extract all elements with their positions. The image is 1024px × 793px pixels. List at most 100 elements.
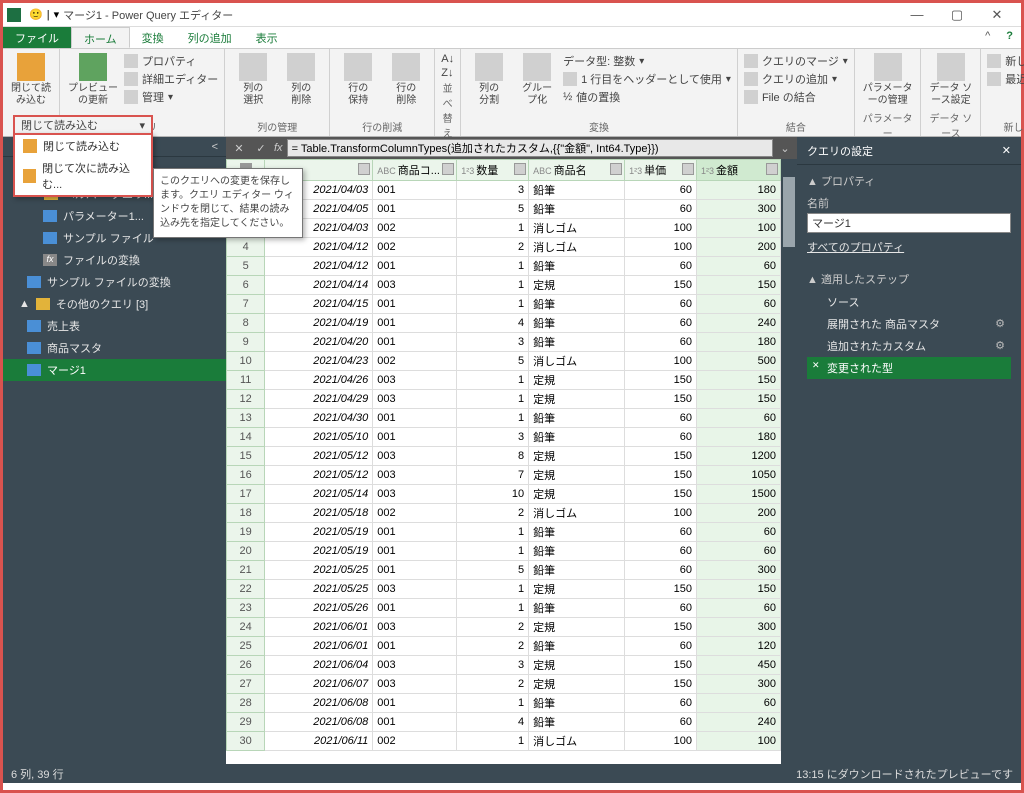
table-row[interactable]: 192021/05/190011鉛筆6060 (227, 523, 781, 542)
remove-columns-button[interactable]: 列の 削除 (279, 51, 323, 109)
tree-item-fx[interactable]: fxファイルの変換 (3, 249, 226, 271)
recent-sources-button[interactable]: 最近のソース ▾ (987, 71, 1024, 87)
data-grid[interactable]: ABC商品コ...1²3数量ABC商品名1²3単価1²3金額12021/04/0… (226, 159, 781, 764)
table-row[interactable]: 82021/04/190014鉛筆60240 (227, 314, 781, 333)
column-header[interactable]: 1²3数量 (457, 160, 529, 181)
manage-button[interactable]: 管理 ▾ (124, 89, 218, 105)
table-row[interactable]: 252021/06/010012鉛筆60120 (227, 637, 781, 656)
split-column-button[interactable]: 列の 分割 (467, 51, 511, 109)
combine-files-button[interactable]: File の結合 (744, 89, 848, 105)
emoji-icon: 🙂 (29, 8, 43, 21)
qa-dropdown[interactable]: ▾ (50, 8, 64, 21)
remove-rows-button[interactable]: 行の 削除 (384, 51, 428, 109)
table-row[interactable]: 172021/05/1400310定規1501500 (227, 485, 781, 504)
keep-rows-button[interactable]: 行の 保持 (336, 51, 380, 109)
query-name-input[interactable] (807, 213, 1011, 233)
name-label: 名前 (807, 195, 1011, 211)
table-row[interactable]: 182021/05/180022消しゴム100200 (227, 504, 781, 523)
titlebar: 🙂 | ▾ マージ1 - Power Query エディター — ▢ ✕ (3, 3, 1021, 27)
tree-item-sample-transform[interactable]: サンプル ファイルの変換 (3, 271, 226, 293)
datatype-button[interactable]: データ型: 整数 ▾ (563, 53, 731, 69)
table-row[interactable]: 262021/06/040033定規150450 (227, 656, 781, 675)
tree-item-merge1[interactable]: マージ1 (3, 359, 226, 381)
table-row[interactable]: 122021/04/290031定規150150 (227, 390, 781, 409)
close-settings-button[interactable]: ✕ (1002, 144, 1011, 157)
datasource-settings-button[interactable]: データ ソ ース設定 (927, 51, 974, 109)
table-row[interactable]: 22021/04/050015鉛筆60300 (227, 200, 781, 219)
advanced-editor-button[interactable]: 詳細エディター (124, 71, 218, 87)
table-row[interactable]: 132021/04/300011鉛筆6060 (227, 409, 781, 428)
table-row[interactable]: 92021/04/200013鉛筆60180 (227, 333, 781, 352)
tree-item-sales[interactable]: 売上表 (3, 315, 226, 337)
query-settings-panel: クエリの設定✕ ▲ プロパティ 名前 すべてのプロパティ ▲ 適用したステップ … (797, 137, 1021, 764)
applied-step[interactable]: 追加されたカスタム⚙ (807, 335, 1011, 357)
tab-transform[interactable]: 変換 (130, 27, 176, 48)
applied-step[interactable]: 変更された型 (807, 357, 1011, 379)
manage-parameters-button[interactable]: パラメータ ーの管理 (861, 51, 915, 109)
tab-view[interactable]: 表示 (244, 27, 290, 48)
close-button[interactable]: ✕ (977, 7, 1017, 23)
settings-title: クエリの設定 (807, 143, 873, 159)
applied-step[interactable]: ソース (807, 291, 1011, 313)
table-row[interactable]: 72021/04/150011鉛筆6060 (227, 295, 781, 314)
groupby-button[interactable]: グルー プ化 (515, 51, 559, 109)
table-row[interactable]: 102021/04/230025消しゴム100500 (227, 352, 781, 371)
merge-queries-button[interactable]: クエリのマージ ▾ (744, 53, 848, 69)
close-load-button[interactable]: 閉じて読 み込む (9, 51, 53, 109)
table-row[interactable]: 202021/05/190011鉛筆6060 (227, 542, 781, 561)
tab-file[interactable]: ファイル (3, 27, 71, 48)
table-row[interactable]: 212021/05/250015鉛筆60300 (227, 561, 781, 580)
closeload-dropdown-header: 閉じて読み込む▾ (13, 115, 153, 133)
table-row[interactable]: 52021/04/120011鉛筆6060 (227, 257, 781, 276)
table-row[interactable]: 42021/04/120022消しゴム100200 (227, 238, 781, 257)
sort-desc-button[interactable]: Z↓ (441, 67, 454, 79)
all-properties-link[interactable]: すべてのプロパティ (807, 242, 904, 254)
table-row[interactable]: 142021/05/100013鉛筆60180 (227, 428, 781, 447)
properties-button[interactable]: プロパティ (124, 53, 218, 69)
table-row[interactable]: 152021/05/120038定規1501200 (227, 447, 781, 466)
tooltip: このクエリへの変更を保存します。クエリ エディター ウィンドウを閉じて、結果の読… (153, 168, 303, 238)
tab-home[interactable]: ホーム (71, 27, 130, 48)
table-row[interactable]: 12021/04/030013鉛筆60180 (227, 181, 781, 200)
table-row[interactable]: 292021/06/080014鉛筆60240 (227, 713, 781, 732)
tree-folder-other[interactable]: ▲その他のクエリ [3] (3, 293, 226, 315)
status-right: 13:15 にダウンロードされたプレビューです (796, 766, 1013, 782)
column-header[interactable]: 1²3金額 (697, 160, 781, 181)
collapse-ribbon-button[interactable]: ^ (977, 27, 998, 48)
table-row[interactable]: 32021/04/030021消しゴム100100 (227, 219, 781, 238)
tree-item-master[interactable]: 商品マスタ (3, 337, 226, 359)
applied-step[interactable]: 展開された 商品マスタ⚙ (807, 313, 1011, 335)
table-row[interactable]: 62021/04/140031定規150150 (227, 276, 781, 295)
replace-values-button[interactable]: ½値の置換 (563, 89, 731, 105)
table-row[interactable]: 232021/05/260011鉛筆6060 (227, 599, 781, 618)
menu-close-load[interactable]: 閉じて読み込む (15, 135, 151, 157)
fx-icon: fx (274, 142, 283, 154)
table-row[interactable]: 272021/06/070032定規150300 (227, 675, 781, 694)
sort-asc-button[interactable]: A↓ (441, 53, 454, 65)
first-row-header-button[interactable]: 1 行目をヘッダーとして使用 ▾ (563, 71, 731, 87)
tab-addcolumn[interactable]: 列の追加 (176, 27, 244, 48)
formula-input[interactable] (287, 139, 773, 157)
table-row[interactable]: 112021/04/260031定規150150 (227, 371, 781, 390)
help-button[interactable]: ? (998, 27, 1021, 48)
table-row[interactable]: 162021/05/120037定規1501050 (227, 466, 781, 485)
table-row[interactable]: 242021/06/010032定規150300 (227, 618, 781, 637)
new-source-button[interactable]: 新しいソース ▾ (987, 53, 1024, 69)
table-row[interactable]: 282021/06/080011鉛筆6060 (227, 694, 781, 713)
refresh-preview-button[interactable]: プレビュー の更新 (66, 51, 120, 109)
menu-close-load-to[interactable]: 閉じて次に読み込む... (15, 157, 151, 195)
column-header[interactable]: 1²3単価 (625, 160, 697, 181)
vertical-scrollbar[interactable] (781, 159, 797, 764)
formula-accept-button[interactable]: ✓ (252, 139, 270, 157)
formula-cancel-button[interactable]: ✕ (230, 139, 248, 157)
append-queries-button[interactable]: クエリの追加 ▾ (744, 71, 848, 87)
collapse-queries-button[interactable]: < (212, 141, 218, 153)
column-header[interactable]: ABC商品名 (529, 160, 625, 181)
table-row[interactable]: 222021/05/250031定規150150 (227, 580, 781, 599)
formula-expand-button[interactable]: ⌄ (777, 142, 793, 155)
column-header[interactable]: ABC商品コ... (373, 160, 457, 181)
table-row[interactable]: 302021/06/110021消しゴム100100 (227, 732, 781, 751)
maximize-button[interactable]: ▢ (937, 7, 977, 23)
choose-columns-button[interactable]: 列の 選択 (231, 51, 275, 109)
minimize-button[interactable]: — (897, 7, 937, 22)
